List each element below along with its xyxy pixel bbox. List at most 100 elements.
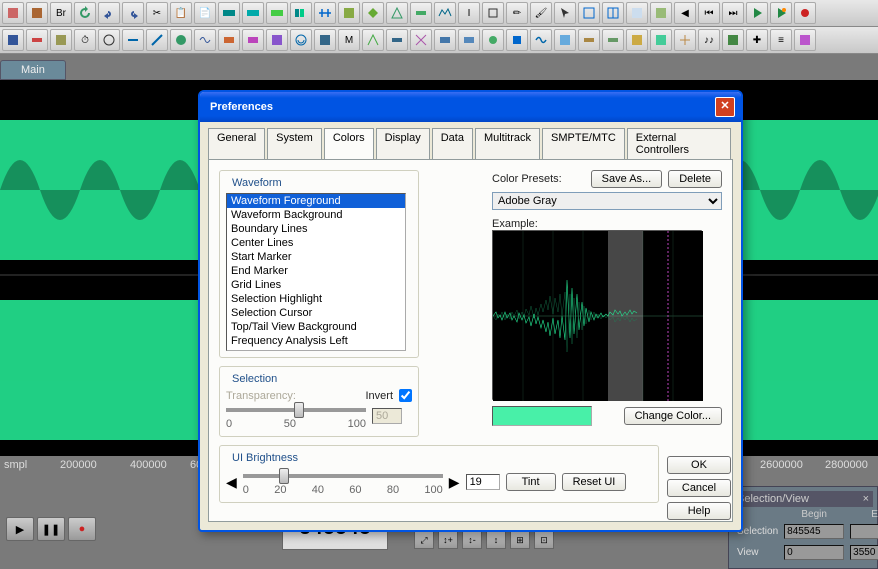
transparency-slider[interactable] (226, 408, 366, 412)
view-begin-field[interactable] (784, 545, 844, 560)
text-cursor-icon[interactable]: I (458, 2, 480, 24)
tab-colors[interactable]: Colors (324, 128, 374, 160)
toolbar-button[interactable] (338, 2, 360, 24)
toolbar-button[interactable]: ♪♪ (698, 29, 720, 51)
waveform-color-list[interactable]: Waveform ForegroundWaveform BackgroundBo… (226, 193, 406, 351)
toolbar-button[interactable] (50, 29, 72, 51)
zoom-button[interactable]: ⤢ (414, 531, 434, 549)
dialog-titlebar[interactable]: Preferences ✕ (200, 92, 741, 122)
toolbar-button[interactable] (410, 29, 432, 51)
play-icon[interactable] (746, 2, 768, 24)
toolbar-button[interactable]: ✚ (746, 29, 768, 51)
waveform-list-item[interactable]: Start Marker (227, 250, 405, 264)
toolbar-button[interactable]: M (338, 29, 360, 51)
tab-external[interactable]: External Controllers (627, 128, 731, 159)
tab-system[interactable]: System (267, 128, 322, 159)
zoom-button[interactable]: ⊡ (534, 531, 554, 549)
refresh-icon[interactable] (74, 2, 96, 24)
zoom-button[interactable]: ⊞ (510, 531, 530, 549)
tab-multitrack[interactable]: Multitrack (475, 128, 540, 159)
play-button[interactable]: ▶ (6, 517, 34, 541)
waveform-list-item[interactable]: Frequency Analysis Left (227, 334, 405, 348)
toolbar-button[interactable]: ⏮ (698, 2, 720, 24)
tab-general[interactable]: General (208, 128, 265, 159)
toolbar-button[interactable] (266, 29, 288, 51)
toolbar-button[interactable] (578, 29, 600, 51)
toolbar-button[interactable] (578, 2, 600, 24)
waveform-list-item[interactable]: Boundary Lines (227, 222, 405, 236)
cancel-button[interactable]: Cancel (667, 479, 731, 497)
toolbar-button[interactable] (362, 29, 384, 51)
help-button[interactable]: Help (667, 502, 731, 520)
waveform-list-item[interactable]: Center Lines (227, 236, 405, 250)
waveform-list-item[interactable]: Grid Lines (227, 278, 405, 292)
waveform-list-item[interactable]: End Marker (227, 264, 405, 278)
toolbar-button[interactable] (770, 2, 792, 24)
toolbar-button[interactable] (242, 2, 264, 24)
save-as-button[interactable]: Save As... (591, 170, 663, 188)
color-preset-select[interactable]: Adobe Gray (492, 192, 722, 210)
cursor-icon[interactable] (554, 2, 576, 24)
toolbar-button[interactable] (674, 29, 696, 51)
toolbar-button[interactable] (2, 2, 24, 24)
waveform-list-item[interactable]: Selection Cursor (227, 306, 405, 320)
toolbar-button[interactable] (290, 2, 312, 24)
toolbar-button[interactable] (314, 29, 336, 51)
toolbar-button[interactable]: ⏱ (74, 29, 96, 51)
selection-begin-field[interactable] (784, 524, 844, 539)
selection-end-field[interactable] (850, 524, 878, 539)
zoom-button[interactable]: ↕ (486, 531, 506, 549)
toolbar-button[interactable] (650, 2, 672, 24)
change-color-button[interactable]: Change Color... (624, 407, 722, 425)
toolbar-button[interactable] (602, 29, 624, 51)
main-tab[interactable]: Main (0, 60, 66, 80)
record-button[interactable]: ● (68, 517, 96, 541)
toolbar-button[interactable] (794, 29, 816, 51)
toolbar-button[interactable] (290, 29, 312, 51)
toolbar-button[interactable] (194, 29, 216, 51)
toolbar-button[interactable] (242, 29, 264, 51)
toolbar-button[interactable] (314, 2, 336, 24)
toolbar-button[interactable] (626, 29, 648, 51)
toolbar-button[interactable] (626, 2, 648, 24)
toolbar-button[interactable] (218, 29, 240, 51)
toolbar-button[interactable] (98, 29, 120, 51)
tint-button[interactable]: Tint (506, 473, 556, 491)
pause-button[interactable]: ❚❚ (37, 517, 65, 541)
toolbar-button[interactable] (434, 29, 456, 51)
close-icon[interactable]: × (863, 493, 869, 505)
delete-button[interactable]: Delete (668, 170, 722, 188)
ok-button[interactable]: OK (667, 456, 731, 474)
toolbar-button[interactable]: 📋 (170, 2, 192, 24)
toolbar-button[interactable] (266, 2, 288, 24)
toolbar-button[interactable] (602, 2, 624, 24)
toolbar-button[interactable]: ✏ (506, 2, 528, 24)
waveform-list-item[interactable]: Selection Highlight (227, 292, 405, 306)
toolbar-button[interactable] (554, 29, 576, 51)
toolbar-button[interactable] (650, 29, 672, 51)
tab-display[interactable]: Display (376, 128, 430, 159)
toolbar-button[interactable]: ✂ (146, 2, 168, 24)
toolbar-button[interactable] (434, 2, 456, 24)
tab-smpte[interactable]: SMPTE/MTC (542, 128, 625, 159)
toolbar-button[interactable]: ⏭ (722, 2, 744, 24)
waveform-list-item[interactable]: Top/Tail View Background (227, 320, 405, 334)
zoom-button[interactable]: ↕- (462, 531, 482, 549)
zoom-button[interactable]: ↕+ (438, 531, 458, 549)
toolbar-button[interactable] (2, 29, 24, 51)
waveform-list-item[interactable]: Waveform Background (227, 208, 405, 222)
toolbar-button[interactable] (122, 29, 144, 51)
toolbar-button[interactable] (26, 2, 48, 24)
toolbar-button[interactable] (482, 29, 504, 51)
tab-data[interactable]: Data (432, 128, 473, 159)
reset-ui-button[interactable]: Reset UI (562, 473, 627, 491)
toolbar-button[interactable] (146, 29, 168, 51)
toolbar-button[interactable] (170, 29, 192, 51)
close-icon[interactable]: ✕ (715, 97, 735, 117)
brightness-slider[interactable] (243, 474, 443, 478)
redo-icon[interactable] (122, 2, 144, 24)
view-end-field[interactable] (850, 545, 878, 560)
toolbar-button[interactable]: ◀ (674, 2, 696, 24)
toolbar-button[interactable] (482, 2, 504, 24)
waveform-list-item[interactable]: Waveform Foreground (227, 194, 405, 208)
